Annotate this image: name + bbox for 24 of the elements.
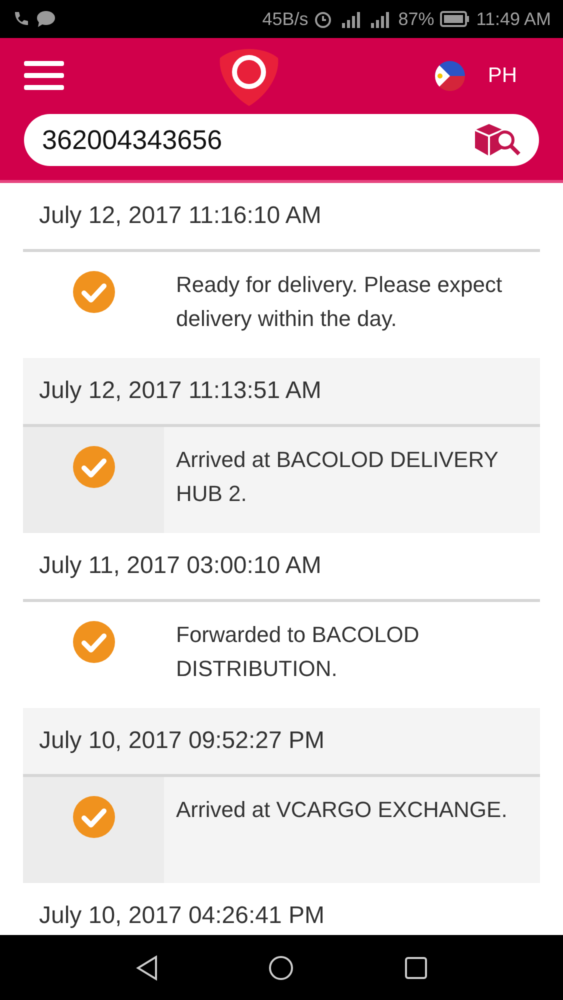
phone-icon bbox=[12, 10, 30, 28]
flag-icon[interactable] bbox=[434, 60, 466, 92]
alarm-icon bbox=[314, 10, 332, 28]
menu-icon[interactable] bbox=[24, 60, 64, 92]
event-status: Arrived at BACOLOD DELIVERY HUB 2. bbox=[176, 446, 499, 508]
event-status: Forwarded to BACOLOD DISTRIBUTION. bbox=[176, 621, 420, 683]
event-date: July 12, 2017 11:13:51 AM bbox=[39, 377, 322, 405]
package-search-icon[interactable] bbox=[473, 122, 521, 158]
event-status: Ready for delivery. Please expect delivery within the day. bbox=[176, 271, 504, 333]
battery-icon bbox=[440, 11, 470, 27]
event-status: Arrived at VCARGO EXCHANGE. bbox=[176, 796, 508, 824]
clock: 11:49 AM bbox=[476, 8, 551, 30]
recents-icon[interactable] bbox=[404, 956, 428, 980]
event-date: July 10, 2017 09:52:27 PM bbox=[39, 727, 325, 755]
home-icon[interactable] bbox=[268, 954, 294, 980]
battery-percent: 87% bbox=[398, 8, 434, 30]
country-code[interactable]: PH bbox=[488, 64, 517, 88]
tracking-number-field[interactable]: 362004343656 bbox=[24, 114, 539, 166]
event-date: July 10, 2017 04:26:41 PM bbox=[39, 902, 325, 930]
back-icon[interactable] bbox=[134, 954, 159, 980]
chat-icon bbox=[36, 10, 56, 28]
network-speed: 45B/s bbox=[262, 8, 308, 30]
event-date: July 12, 2017 11:16:10 AM bbox=[39, 202, 322, 230]
event-date: July 11, 2017 03:00:10 AM bbox=[39, 552, 322, 580]
